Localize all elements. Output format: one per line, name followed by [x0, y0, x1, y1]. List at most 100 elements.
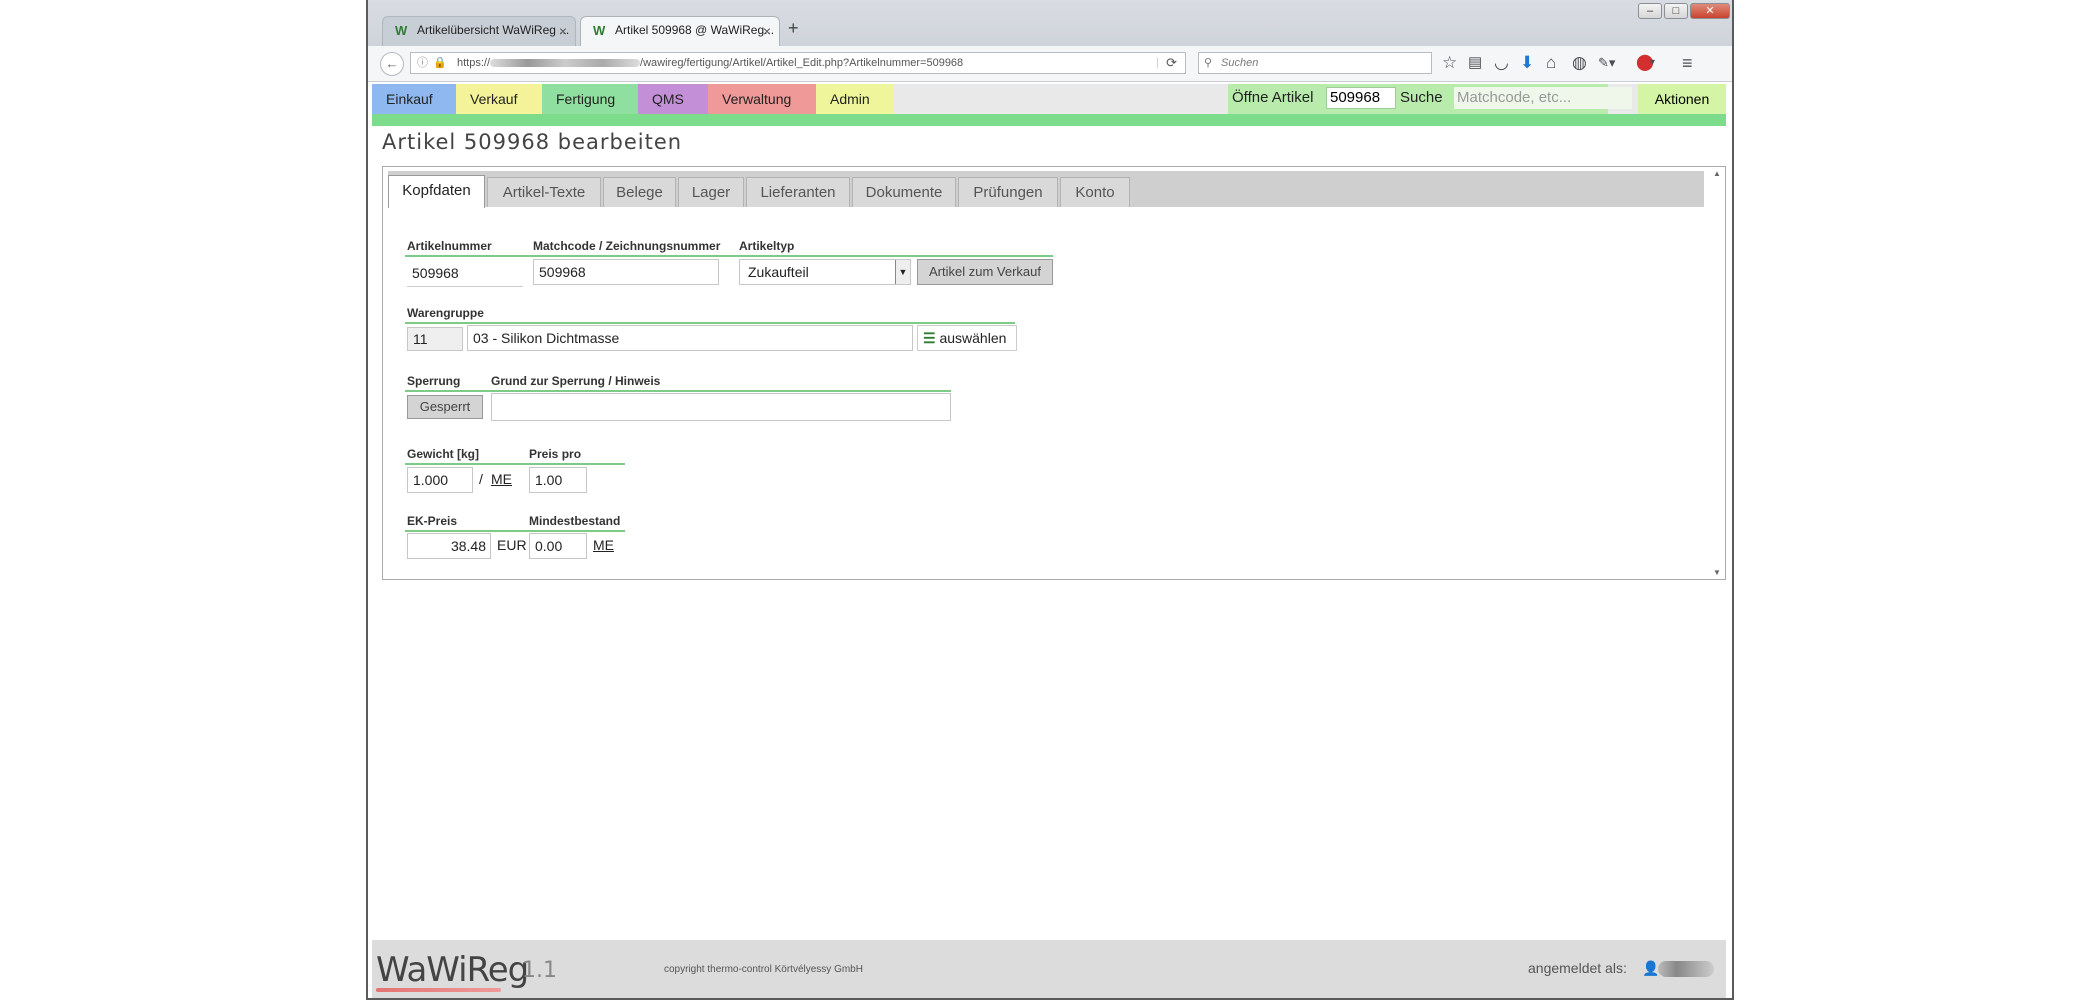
- logo-text: WaWiReg: [376, 950, 529, 990]
- search-icon: ⚲: [1204, 57, 1213, 69]
- url-path: /wawireg/fertigung/Artikel/Artikel_Edit.…: [640, 57, 964, 69]
- url-redacted-host: [490, 59, 641, 68]
- back-arrow-icon[interactable]: ←: [380, 52, 404, 76]
- warengruppe-name-field: 03 - Silikon Dichtmasse: [467, 325, 913, 351]
- chevron-down-icon[interactable]: ▾: [1650, 53, 1655, 73]
- reading-list-icon[interactable]: ▤: [1468, 53, 1482, 73]
- quick-actions-bar: Öffne Artikel 509968 Suche Matchcode, et…: [1228, 84, 1632, 114]
- scroll-up-icon[interactable]: ▲: [1713, 169, 1721, 178]
- browser-tab-artikeluebersicht[interactable]: W Artikelübersicht WaWiReg ... ×: [382, 16, 576, 46]
- panel-scrollbar[interactable]: ▲ ▼: [1710, 169, 1724, 577]
- section-underline: [405, 390, 951, 392]
- browser-tabstrip: W Artikelübersicht WaWiReg ... × W Artik…: [368, 0, 1732, 46]
- menu-qms[interactable]: QMS: [638, 84, 708, 114]
- url-separator: |: [1156, 57, 1159, 69]
- artikel-zum-verkauf-button[interactable]: Artikel zum Verkauf: [917, 259, 1053, 285]
- menubar-accent-line: [372, 114, 1726, 126]
- tab-konto[interactable]: Konto: [1060, 177, 1130, 207]
- user-icon: 👤: [1642, 960, 1660, 976]
- maximize-button[interactable]: □: [1664, 3, 1688, 19]
- close-tab-icon[interactable]: ×: [559, 23, 567, 39]
- logo-wave-icon: [376, 988, 501, 992]
- browser-tab-artikel-edit[interactable]: W Artikel 509968 @ WaWiReg... ×: [580, 16, 780, 46]
- tab-artikel-texte[interactable]: Artikel-Texte: [487, 177, 601, 207]
- close-tab-icon[interactable]: ×: [763, 23, 771, 39]
- tab-belege[interactable]: Belege: [603, 177, 676, 207]
- url-bar[interactable]: ⓘ 🔒 https:// /wawireg/fertigung/Artikel/A…: [410, 52, 1186, 74]
- wawireg-favicon-icon: W: [593, 23, 606, 38]
- menu-einkauf[interactable]: Einkauf: [372, 84, 456, 114]
- username-redacted: [1658, 961, 1714, 977]
- mindest-unit-link[interactable]: ME: [593, 537, 614, 553]
- browser-search-placeholder: Suchen: [1221, 57, 1259, 69]
- tab-lager[interactable]: Lager: [678, 177, 744, 207]
- download-icon[interactable]: ⬇: [1520, 53, 1534, 73]
- mindestbestand-input[interactable]: 0.00: [529, 533, 587, 559]
- menu-verkauf[interactable]: Verkauf: [456, 84, 542, 114]
- gewicht-input[interactable]: 1.000: [407, 467, 473, 493]
- pocket-icon[interactable]: ◡: [1494, 53, 1509, 73]
- scroll-down-icon[interactable]: ▼: [1713, 568, 1721, 577]
- tab-kopfdaten[interactable]: Kopfdaten: [388, 175, 485, 208]
- grund-textarea[interactable]: [491, 393, 951, 421]
- lock-icon: 🔒: [433, 57, 447, 69]
- actions-menu[interactable]: Aktionen: [1638, 84, 1726, 114]
- matchcode-label: Matchcode / Zeichnungsnummer: [533, 239, 721, 253]
- artikeltyp-select[interactable]: Zukaufteil ▼: [739, 259, 911, 285]
- new-tab-button[interactable]: +: [788, 18, 799, 39]
- ek-preis-input[interactable]: 38.48: [407, 533, 491, 559]
- reload-icon[interactable]: ⟳: [1166, 53, 1177, 73]
- browser-tab-label: Artikelübersicht WaWiReg ...: [417, 23, 570, 37]
- tab-dokumente[interactable]: Dokumente: [852, 177, 956, 207]
- sperrung-label: Sperrung: [407, 374, 461, 388]
- info-icon[interactable]: ⓘ: [417, 53, 428, 73]
- preis-pro-input[interactable]: 1.00: [529, 467, 587, 493]
- artikelnummer-label: Artikelnummer: [407, 239, 492, 253]
- warengruppe-label: Warengruppe: [407, 306, 484, 320]
- grund-label: Grund zur Sperrung / Hinweis: [491, 374, 661, 388]
- wawireg-favicon-icon: W: [395, 23, 408, 38]
- minimize-button[interactable]: –: [1638, 3, 1662, 19]
- open-article-input[interactable]: 509968: [1326, 87, 1396, 109]
- browser-window: W Artikelübersicht WaWiReg ... × W Artik…: [366, 0, 1734, 1000]
- section-underline: [405, 463, 625, 465]
- warengruppe-id-field: 11: [407, 327, 463, 351]
- app-footer: WaWiReg 1.1 copyright thermo-control Kör…: [372, 940, 1726, 998]
- section-underline: [405, 530, 625, 532]
- tab-pruefungen[interactable]: Prüfungen: [958, 177, 1058, 207]
- menu-fertigung[interactable]: Fertigung: [542, 84, 638, 114]
- browser-search-input[interactable]: ⚲ Suchen: [1198, 52, 1432, 74]
- tab-lieferanten[interactable]: Lieferanten: [746, 177, 850, 207]
- section-underline: [405, 255, 1053, 257]
- matchcode-input[interactable]: 509968: [533, 259, 719, 285]
- page-title: Artikel 509968 bearbeiten: [382, 130, 683, 154]
- gewicht-label: Gewicht [kg]: [407, 447, 480, 461]
- chevron-down-icon[interactable]: ▼: [895, 260, 910, 284]
- bookmark-star-icon[interactable]: ☆: [1442, 53, 1457, 73]
- article-tabbar: Kopfdaten Artikel-Texte Belege Lager Lie…: [388, 171, 1704, 208]
- menu-admin[interactable]: Admin: [816, 84, 894, 114]
- auswaehlen-label: auswählen: [939, 330, 1007, 346]
- wawireg-logo: WaWiReg: [376, 950, 529, 992]
- copyright-text: copyright thermo-control Körtvélyessy Gm…: [664, 964, 863, 975]
- menu-verwaltung[interactable]: Verwaltung: [708, 84, 816, 114]
- app-menubar: Einkauf Verkauf Fertigung QMS Verwaltung…: [372, 84, 1726, 114]
- matchcode-search-input[interactable]: Matchcode, etc...: [1454, 87, 1632, 109]
- home-icon[interactable]: ⌂: [1546, 53, 1556, 73]
- currency-label: EUR: [497, 537, 527, 553]
- browser-navbar: ← ⓘ 🔒 https:// /wawireg/fertigung/Artikel…: [368, 46, 1732, 82]
- ek-preis-label: EK-Preis: [407, 514, 458, 528]
- window-close-button[interactable]: ✕: [1690, 3, 1730, 19]
- chat-icon[interactable]: ◍: [1572, 53, 1587, 73]
- open-article-label: Öffne Artikel: [1232, 89, 1314, 106]
- auswaehlen-button[interactable]: ☰ auswählen: [917, 325, 1017, 351]
- article-tab-panel: Kopfdaten Artikel-Texte Belege Lager Lie…: [382, 166, 1726, 580]
- artikeltyp-label: Artikeltyp: [739, 239, 795, 253]
- artikelnummer-field: 509968: [407, 261, 523, 287]
- extension-icon[interactable]: ✎▾: [1598, 53, 1615, 73]
- me-unit-link[interactable]: ME: [491, 471, 512, 487]
- url-prefix: https://: [457, 57, 491, 69]
- gesperrt-toggle-button[interactable]: Gesperrt: [407, 395, 483, 419]
- hamburger-menu-icon[interactable]: ≡: [1682, 53, 1693, 73]
- preis-pro-label: Preis pro: [529, 447, 582, 461]
